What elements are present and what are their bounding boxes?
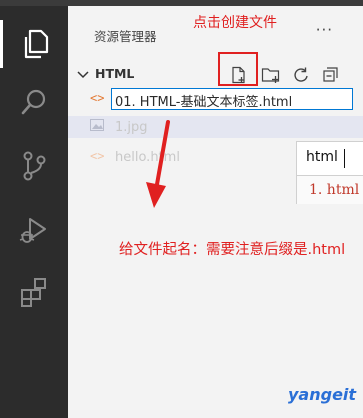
- source-control-icon[interactable]: [0, 142, 68, 190]
- rename-input[interactable]: 01. HTML-基础文本标签.html: [111, 88, 353, 110]
- watermark-logo: yangeit: [288, 385, 357, 404]
- refresh-icon[interactable]: [290, 65, 312, 85]
- list-item[interactable]: 1.jpg: [68, 116, 363, 138]
- suggestion-item: 1. html: [296, 176, 363, 204]
- zoom-input-preview: html: [296, 141, 363, 176]
- run-debug-icon[interactable]: [0, 206, 68, 254]
- zoom-input-text: html: [306, 149, 338, 165]
- collapse-all-icon[interactable]: [320, 65, 342, 85]
- explorer-icon[interactable]: [0, 20, 68, 68]
- activity-bar: [0, 6, 68, 418]
- annotation-bottom: 给文件起名：需要注意后缀是.html: [119, 242, 346, 258]
- suggestion-text: 1. html: [309, 182, 360, 198]
- highlight-box: [218, 52, 258, 86]
- folder-name: HTML: [95, 66, 135, 81]
- arrow-annotation: [146, 120, 170, 208]
- folder-header[interactable]: HTML: [68, 64, 363, 86]
- rename-value: 01. HTML-基础文本标签.html: [115, 95, 293, 110]
- more-actions-button[interactable]: ···: [316, 21, 333, 39]
- chevron-down-icon: [76, 67, 90, 86]
- code-icon: <>: [90, 149, 105, 163]
- explorer-title: 资源管理器: [94, 29, 157, 44]
- search-icon[interactable]: [0, 78, 68, 126]
- extensions-icon[interactable]: [0, 268, 68, 316]
- new-folder-icon[interactable]: [260, 65, 282, 85]
- code-icon: <>: [90, 91, 105, 105]
- image-icon: [90, 119, 104, 134]
- text-caret: [344, 149, 345, 168]
- annotation-top: 点击创建文件: [193, 15, 277, 31]
- explorer-sidebar: 资源管理器 ··· HTML <> 01. HTML-基础文本标签.html 1…: [68, 6, 363, 418]
